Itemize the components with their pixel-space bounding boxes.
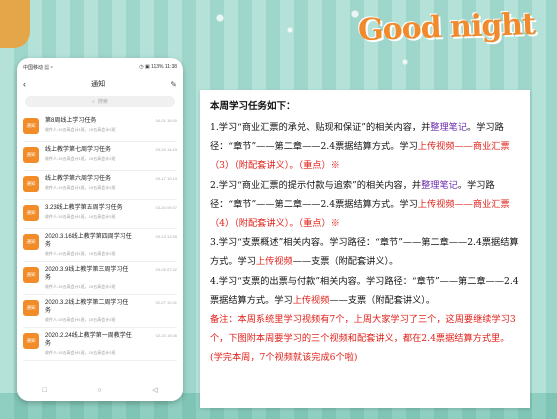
notice-title: 2020.3.9线上教学第三周学习任务 (45, 267, 129, 281)
notice-recipients: 收件人:19五高会计1班，19五高会计2班 (45, 284, 116, 289)
notice-item-body: 2020.3.2线上教学第二周学习任务 02-27 10:31 收件人:19五高会计… (45, 299, 177, 323)
notice-title: 第8周线上学习任务 (45, 118, 97, 124)
card-title: 本周学习任务如下： (210, 101, 296, 112)
notice-time: 03-06 07:32 (155, 267, 177, 272)
notice-list-item[interactable]: 通知 线上教学第七周学习任务 03-24 14:43 收件人:19五高会计1班，19五… (23, 142, 177, 171)
nav-bar: ‹ 通知 ✎ (17, 76, 183, 92)
notice-item-body: 2020.3.9线上教学第三周学习任务 03-06 07:32 收件人:19五高会计… (45, 266, 177, 290)
notice-item-top: 2020.3.16线上教学第四周学习任务 03-13 13:39 (45, 233, 177, 249)
task-2-text: 2.学习“商业汇票的提示付款与追索”的相关内容，并 (210, 179, 422, 191)
notice-list: 通知 第8周线上学习任务 04-01 16:00 收件人:19五高会计1班，19五高会… (17, 113, 183, 361)
notice-badge-icon: 通知 (23, 333, 39, 349)
recent-apps-button[interactable]: □ (42, 387, 46, 394)
bear-decoration (0, 0, 30, 48)
notice-recipients: 收件人:19五高会计1班，19五高会计2班 (45, 350, 116, 355)
notice-time: 03-24 14:43 (155, 147, 177, 152)
notice-badge-icon: 通知 (23, 205, 39, 221)
notice-recipients: 收件人:19五高会计1班，19五高会计2班 (45, 127, 116, 132)
search-icon: ⌕ (92, 98, 95, 105)
notice-item-top: 线上教学第七周学习任务 03-24 14:43 (45, 146, 177, 154)
task-1-text: 1.学习“商业汇票的承兑、贴现和保证”的相关内容，并 (210, 122, 431, 133)
notice-item-body: 2020.3.16线上教学第四周学习任务 03-13 13:39 收件人:19五高会… (45, 233, 177, 257)
notice-recipients: 收件人:19五高会计1班，19五高会计2班 (45, 251, 116, 256)
notice-item-top: 线上教学第六周学习任务 03-17 10:13 (45, 175, 177, 183)
notice-list-item[interactable]: 通知 2020.3.16线上教学第四周学习任务 03-13 13:39 收件人:19五… (23, 229, 177, 262)
notice-badge-icon: 通知 (23, 267, 39, 283)
notice-list-item[interactable]: 通知 线上教学第六周学习任务 03-17 10:13 收件人:19五高会计1班，19五… (23, 171, 177, 200)
notice-list-item[interactable]: 通知 第8周线上学习任务 04-01 16:00 收件人:19五高会计1班，19五高会… (23, 113, 177, 142)
notice-time: 03-20 09:37 (155, 205, 177, 210)
notice-item-body: 3.23线上教学第五周学习任务 03-20 09:37 收件人:19五高会计1班，1… (45, 204, 177, 220)
task-3-suffix: ——支票（附配套讲义）。 (292, 256, 399, 268)
notice-badge-icon: 通知 (23, 300, 39, 316)
task-1-note-link: 整理笔记 (430, 122, 468, 133)
notice-recipients: 收件人:19五高会计1班，19五高会计2班 (45, 185, 116, 190)
notice-item-top: 2020.3.2线上教学第二周学习任务 02-27 10:31 (45, 299, 177, 315)
notice-item-body: 2020.2.24线上教学第一周教学任务 02-20 15:36 收件人:19五高会… (45, 332, 177, 356)
back-arrow-icon[interactable]: ‹ (23, 79, 26, 89)
notice-list-item[interactable]: 通知 3.23线上教学第五周学习任务 03-20 09:37 收件人:19五高会计1班… (23, 200, 177, 229)
remark-note: 备注：本周系统里学习视频有7个，上周大家学习了三个，这周要继续学习3个，下图附本… (210, 314, 516, 364)
notice-title: 2020.3.2线上教学第二周学习任务 (45, 300, 129, 314)
notice-list-item[interactable]: 通知 2020.3.2线上教学第二周学习任务 02-27 10:31 收件人:19五高… (23, 295, 177, 328)
task-item-4: 4.学习“支票的出票与付款”相关内容。学习路径：“章节”——第二章——2.4票据… (210, 272, 520, 310)
phone-screenshot: 中国移动 ▦ ᵒ ◷ ▣ 113% 11:38 ‹ 通知 ✎ ⌕ 搜索 通知 第8… (17, 58, 183, 401)
notice-item-top: 2020.2.24线上教学第一周教学任务 02-20 15:36 (45, 332, 177, 348)
notice-title: 3.23线上教学第五周学习任务 (45, 205, 123, 211)
notice-recipients: 收件人:19五高会计1班，19五高会计2班 (45, 317, 116, 322)
notice-time: 03-13 13:39 (155, 234, 177, 239)
notice-time: 04-01 16:00 (155, 118, 177, 123)
task-4-suffix: ——支票（附配套讲义）。 (329, 294, 436, 306)
search-placeholder: 搜索 (97, 99, 108, 105)
notice-recipients: 收件人:19五高会计1班，19五高会计2班 (45, 156, 116, 161)
notice-time: 03-17 10:13 (155, 176, 177, 181)
notice-badge-icon: 通知 (23, 234, 39, 250)
notice-badge-icon: 通知 (23, 118, 39, 134)
home-button[interactable]: ○ (97, 387, 101, 394)
notice-time: 02-20 15:36 (155, 333, 177, 338)
notice-time: 02-27 10:31 (155, 300, 177, 305)
task-item-2: 2.学习“商业汇票的提示付款与追索”的相关内容，并整理笔记。学习路径：“章节”—… (210, 176, 520, 234)
page-title: 通知 (91, 81, 106, 88)
notice-item-body: 第8周线上学习任务 04-01 16:00 收件人:19五高会计1班，19五高会计2… (45, 117, 177, 133)
notice-title: 2020.2.24线上教学第一周教学任务 (45, 333, 132, 347)
notice-item-body: 线上教学第七周学习任务 03-24 14:43 收件人:19五高会计1班，19五高会… (45, 146, 177, 162)
compose-icon[interactable]: ✎ (170, 80, 177, 89)
task-4-video: 上传视频 (292, 294, 330, 306)
status-carrier: 中国移动 ▦ ᵒ (23, 64, 53, 71)
notice-title: 2020.3.16线上教学第四周学习任务 (45, 234, 132, 248)
system-nav-bar: □ ○ ◁ (17, 379, 183, 401)
task-item-1: 1.学习“商业汇票的承兑、贴现和保证”的相关内容，并整理笔记。学习路径：“章节”… (210, 118, 520, 176)
status-bar: 中国移动 ▦ ᵒ ◷ ▣ 113% 11:38 (17, 58, 183, 76)
good-night-logo: Good night (357, 6, 536, 49)
notice-item-top: 第8周线上学习任务 04-01 16:00 (45, 117, 177, 125)
notice-list-item[interactable]: 通知 2020.3.9线上教学第三周学习任务 03-06 07:32 收件人:19五高… (23, 262, 177, 295)
search-input[interactable]: ⌕ 搜索 (25, 96, 175, 107)
notice-item-body: 线上教学第六周学习任务 03-17 10:13 收件人:19五高会计1班，19五高会… (45, 175, 177, 191)
status-battery-time: ◷ ▣ 113% 11:38 (139, 64, 177, 70)
notice-badge-icon: 通知 (23, 176, 39, 192)
back-button[interactable]: ◁ (152, 386, 157, 394)
notice-title: 线上教学第七周学习任务 (45, 147, 112, 153)
notice-item-top: 3.23线上教学第五周学习任务 03-20 09:37 (45, 204, 177, 212)
notice-badge-icon: 通知 (23, 147, 39, 163)
notice-recipients: 收件人:19五高会计1班，19五高会计2班 (45, 214, 116, 219)
notice-item-top: 2020.3.9线上教学第三周学习任务 03-06 07:32 (45, 266, 177, 282)
task-3-video: 上传视频 (255, 256, 293, 268)
weekly-task-card: 本周学习任务如下： 1.学习“商业汇票的承兑、贴现和保证”的相关内容，并整理笔记… (200, 90, 530, 408)
task-item-3: 3.学习“支票概述”相关内容。学习路径：“章节”——第二章——2.4票据结算方式… (210, 233, 520, 271)
notice-title: 线上教学第六周学习任务 (45, 176, 112, 182)
notice-list-item[interactable]: 通知 2020.2.24线上教学第一周教学任务 02-20 15:36 收件人:19五… (23, 328, 177, 361)
task-2-note-link: 整理笔记 (421, 179, 458, 191)
